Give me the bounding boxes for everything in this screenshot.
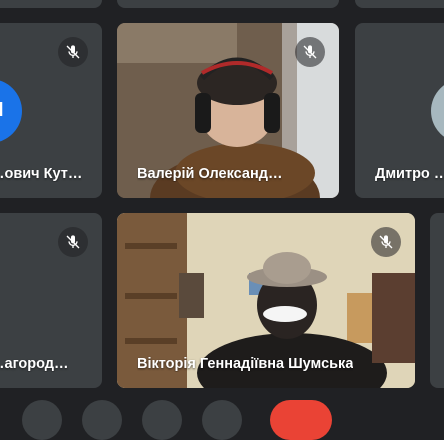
control-button[interactable] xyxy=(202,400,242,440)
participant-name: Дмитро … xyxy=(375,166,444,182)
participant-tile[interactable]: Валерій Олександ… xyxy=(117,23,339,198)
participant-tile[interactable]: …агород… xyxy=(0,213,102,388)
participant-name: Вікторія Геннадіївна Шумська xyxy=(137,356,354,372)
mic-off-icon xyxy=(371,227,401,257)
participant-tile-top-right-partial xyxy=(355,0,444,8)
mic-off-icon xyxy=(58,227,88,257)
participant-tile-right-partial[interactable] xyxy=(430,213,444,388)
mic-off-icon xyxy=(295,37,325,67)
participant-tile-top-center-partial xyxy=(117,0,339,8)
participant-tile[interactable]: I …ович Кут… xyxy=(0,23,102,198)
participant-avatar: I xyxy=(0,79,22,143)
participant-tile[interactable]: Вікторія Геннадіївна Шумська xyxy=(117,213,415,388)
control-button[interactable] xyxy=(142,400,182,440)
participant-tile-top-left-partial xyxy=(0,0,102,8)
mic-off-icon xyxy=(58,37,88,67)
participant-tile[interactable]: Дмитро … xyxy=(355,23,444,198)
participant-name: …ович Кут… xyxy=(0,166,83,182)
end-call-button[interactable] xyxy=(270,400,332,440)
participant-avatar xyxy=(431,79,444,143)
control-button[interactable] xyxy=(82,400,122,440)
participant-name: Валерій Олександ… xyxy=(137,166,283,182)
participant-name: …агород… xyxy=(0,356,69,372)
control-button[interactable] xyxy=(22,400,62,440)
